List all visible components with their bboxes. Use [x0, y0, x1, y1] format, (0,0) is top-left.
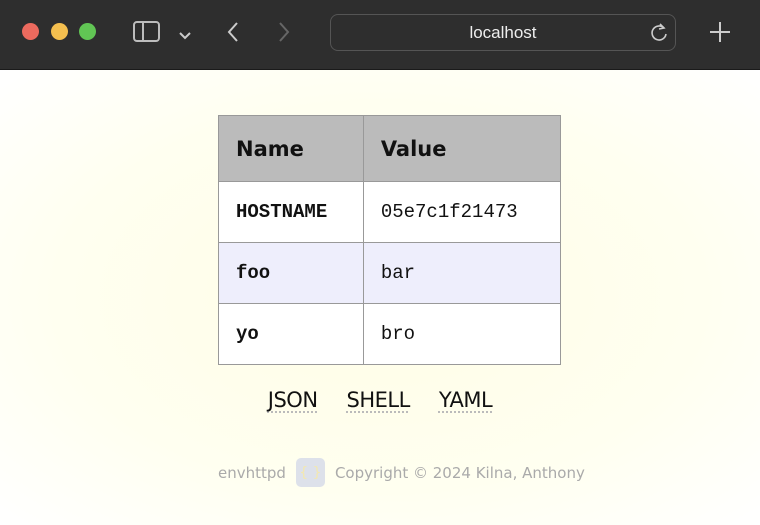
braces-logo-icon: { }: [295, 458, 325, 487]
sidebar-toggle-icon[interactable]: [133, 21, 161, 47]
row-value: 05e7c1f21473: [362, 181, 562, 243]
format-links: JSON SHELL YAML: [0, 388, 760, 412]
page-content: Name Value HOSTNAME 05e7c1f21473 foo bar…: [0, 70, 760, 525]
forward-icon[interactable]: [277, 21, 291, 47]
shell-link[interactable]: SHELL: [347, 388, 411, 412]
footer: envhttpd { } Copyright © 2024 Kilna, Ant…: [218, 458, 585, 487]
copyright: Copyright © 2024 Kilna, Anthony: [334, 463, 585, 482]
chevron-down-icon[interactable]: [178, 26, 192, 45]
minimize-window-button[interactable]: [51, 23, 68, 40]
row-value: bar: [362, 242, 562, 304]
row-name: foo: [218, 242, 364, 304]
browser-toolbar: localhost: [0, 0, 760, 70]
yaml-link[interactable]: YAML: [439, 388, 493, 412]
row-value: bro: [362, 303, 562, 365]
app-name: envhttpd: [218, 463, 286, 482]
zoom-window-button[interactable]: [79, 23, 96, 40]
address-bar[interactable]: localhost: [330, 14, 676, 51]
table-row: HOSTNAME 05e7c1f21473: [218, 181, 562, 243]
json-link[interactable]: JSON: [268, 388, 318, 412]
env-table: Name Value HOSTNAME 05e7c1f21473 foo bar…: [218, 115, 562, 365]
new-tab-icon[interactable]: [709, 21, 731, 47]
row-name: HOSTNAME: [218, 181, 364, 243]
row-name: yo: [218, 303, 364, 365]
header-value: Value: [362, 115, 562, 182]
table-row: yo bro: [218, 303, 562, 365]
reload-icon[interactable]: [650, 22, 668, 46]
header-name: Name: [218, 115, 364, 182]
back-icon[interactable]: [226, 21, 240, 47]
table-row: foo bar: [218, 242, 562, 304]
url-text: localhost: [469, 22, 537, 42]
table-header: Name Value: [218, 115, 562, 182]
close-window-button[interactable]: [22, 23, 39, 40]
